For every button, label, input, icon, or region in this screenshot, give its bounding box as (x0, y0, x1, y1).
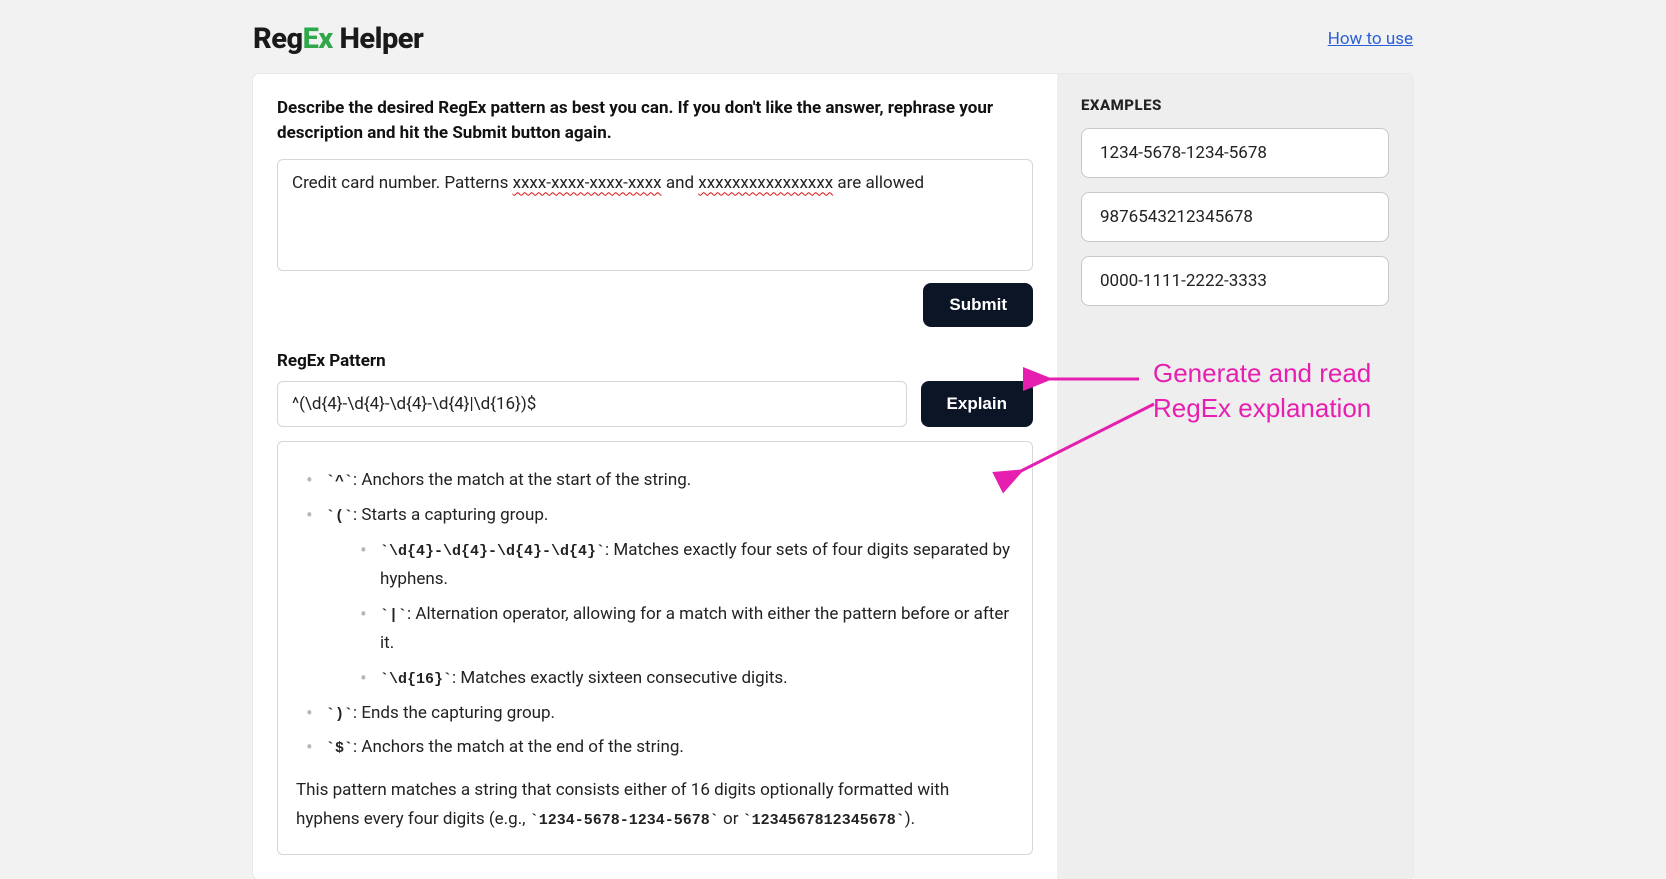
regex-pattern-label: RegEx Pattern (277, 351, 1033, 371)
examples-title: EXAMPLES (1081, 96, 1389, 114)
desc-text-prefix: Credit card number. Patterns (292, 173, 513, 193)
annotation-text: Generate and read RegEx explanation (1153, 356, 1403, 426)
explain-code: `^` (326, 473, 353, 490)
example-input[interactable]: 0000-1111-2222-3333 (1081, 256, 1389, 306)
explain-code: `\d{4}-\d{4}-\d{4}-\d{4}` (380, 543, 605, 560)
summary-code: `1234567812345678` (743, 812, 905, 829)
explain-subitem: `\d{4}-\d{4}-\d{4}-\d{4}`: Matches exact… (360, 536, 1014, 594)
submit-button[interactable]: Submit (923, 283, 1033, 327)
example-input[interactable]: 9876543212345678 (1081, 192, 1389, 242)
explain-code: `\d{16}` (380, 671, 452, 688)
description-instruction: Describe the desired RegEx pattern as be… (277, 96, 1033, 145)
explain-code: `)` (326, 706, 353, 723)
explain-text: : Anchors the match at the end of the st… (353, 737, 684, 757)
main-panel: Describe the desired RegEx pattern as be… (253, 74, 1413, 879)
explain-code: `(` (326, 508, 353, 525)
submit-row: Submit (277, 283, 1033, 327)
explain-subitem: `\d{16}`: Matches exactly sixteen consec… (360, 664, 1014, 693)
summary-text: or (719, 809, 743, 829)
regex-pattern-input[interactable] (277, 381, 907, 427)
main-column: Describe the desired RegEx pattern as be… (253, 74, 1057, 879)
how-to-use-link[interactable]: How to use (1328, 29, 1413, 49)
pattern-row: Explain (277, 381, 1033, 427)
explain-code: `$` (326, 740, 353, 757)
explanation-box: `^`: Anchors the match at the start of t… (277, 441, 1033, 855)
summary-code: `1234-5678-1234-5678` (530, 812, 719, 829)
description-textarea[interactable]: Credit card number. Patterns xxxx-xxxx-x… (277, 159, 1033, 271)
desc-text-mid: and (662, 173, 699, 193)
desc-pattern2: xxxxxxxxxxxxxxxx (698, 173, 833, 193)
explain-subitem: `|`: Alternation operator, allowing for … (360, 600, 1014, 658)
desc-text-suffix: are allowed (833, 173, 924, 193)
explain-summary: This pattern matches a string that consi… (296, 776, 1014, 834)
example-input[interactable]: 1234-5678-1234-5678 (1081, 128, 1389, 178)
explain-item: `)`: Ends the capturing group. (306, 699, 1014, 728)
explain-button[interactable]: Explain (921, 381, 1033, 427)
explain-text: : Ends the capturing group. (353, 703, 555, 723)
app-logo: RegEx Helper (253, 22, 423, 56)
logo-ex: Ex (303, 22, 333, 56)
summary-text: ). (905, 809, 915, 829)
header: RegEx Helper How to use (253, 0, 1413, 74)
examples-sidebar: EXAMPLES 1234-5678-1234-5678 98765432123… (1057, 74, 1413, 879)
explain-item: `$`: Anchors the match at the end of the… (306, 733, 1014, 762)
logo-reg: Reg (253, 22, 303, 56)
desc-pattern1: xxxx-xxxx-xxxx-xxxx (513, 173, 662, 193)
explain-text: : Matches exactly sixteen consecutive di… (452, 668, 788, 688)
explain-code: `|` (380, 607, 407, 624)
explain-text: : Anchors the match at the start of the … (353, 470, 691, 490)
explain-text: : Alternation operator, allowing for a m… (380, 604, 1009, 653)
explain-item: `(`: Starts a capturing group. `\d{4}-\d… (306, 501, 1014, 692)
logo-helper: Helper (333, 22, 424, 56)
explain-item: `^`: Anchors the match at the start of t… (306, 466, 1014, 495)
explain-text: : Starts a capturing group. (353, 505, 548, 525)
